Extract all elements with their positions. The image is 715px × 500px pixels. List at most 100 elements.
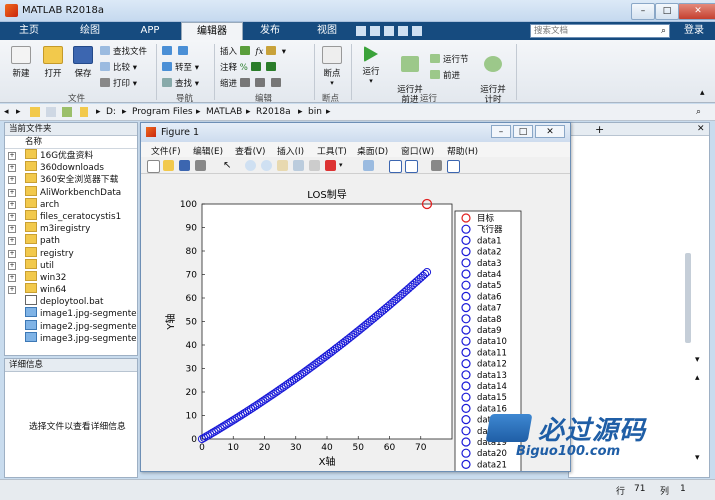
save-icon[interactable]: [356, 26, 366, 36]
advance-button[interactable]: 前进: [430, 70, 460, 82]
forward-icon[interactable]: ▸: [16, 107, 21, 117]
menu-view[interactable]: 查看(V): [235, 144, 265, 157]
file-list-item[interactable]: +360downloads: [5, 161, 137, 173]
tab-view[interactable]: 视图: [307, 22, 347, 40]
print-figure-icon[interactable]: [195, 160, 206, 171]
print-button[interactable]: 打印 ▾: [100, 78, 137, 90]
file-list-item[interactable]: image3.jpg-segmente...: [5, 331, 137, 344]
tab-apps[interactable]: APP: [130, 22, 170, 40]
file-list-item[interactable]: + registry: [5, 246, 137, 259]
data-cursor-icon[interactable]: [309, 160, 320, 171]
link-plot-icon[interactable]: [363, 160, 374, 171]
cut-icon[interactable]: [370, 26, 380, 36]
tab-editor[interactable]: 编辑器: [181, 22, 243, 41]
expand-icon[interactable]: +: [8, 152, 16, 160]
file-list-item[interactable]: + files_ceratocystis1: [5, 209, 137, 222]
expand-icon[interactable]: +: [8, 261, 16, 270]
maximize-button[interactable]: □: [655, 3, 679, 20]
expand-icon[interactable]: +: [8, 200, 16, 209]
find-files-button[interactable]: 查找文件: [100, 46, 147, 58]
collapse-ribbon-icon[interactable]: ▴: [700, 88, 705, 98]
insert-button[interactable]: 插入 fx ▾: [220, 46, 286, 58]
find-button[interactable]: 查找 ▾: [162, 78, 199, 90]
breakpoints-button[interactable]: 断点 ▾: [317, 46, 347, 87]
new-tab-icon[interactable]: +: [595, 123, 604, 136]
zoom-in-icon[interactable]: [245, 160, 256, 171]
file-list-item[interactable]: +16G优盘资料: [5, 149, 137, 161]
menu-insert[interactable]: 插入(I): [277, 144, 304, 157]
chevron-down-icon[interactable]: ▾: [339, 160, 350, 171]
expand-icon[interactable]: +: [8, 286, 16, 295]
path-segment-bin[interactable]: bin: [308, 107, 322, 117]
hide-plot-tools-icon[interactable]: [431, 160, 442, 171]
back-icon[interactable]: ◂: [4, 107, 9, 117]
file-list-item[interactable]: image2.jpg-segmente...: [5, 319, 137, 332]
expand-icon[interactable]: +: [8, 176, 16, 185]
scroll-down-icon[interactable]: ▾: [695, 453, 700, 463]
expand-icon[interactable]: +: [8, 273, 16, 282]
copy-icon[interactable]: [384, 26, 394, 36]
menu-edit[interactable]: 编辑(E): [193, 144, 223, 157]
expand-icon[interactable]: +: [8, 249, 16, 258]
minimize-button[interactable]: –: [631, 3, 655, 20]
paste-icon[interactable]: [398, 26, 408, 36]
expand-icon[interactable]: +: [8, 212, 16, 221]
rotate-3d-icon[interactable]: [293, 160, 304, 171]
file-list-item[interactable]: + arch: [5, 197, 137, 210]
menu-file[interactable]: 文件(F): [151, 144, 181, 157]
expand-icon[interactable]: +: [8, 225, 16, 234]
compare-button[interactable]: 比较 ▾: [100, 62, 137, 74]
show-plot-tools-icon[interactable]: [447, 160, 460, 173]
menu-tools[interactable]: 工具(T): [317, 144, 347, 157]
undo-icon[interactable]: [412, 26, 422, 36]
open-file-icon[interactable]: [163, 160, 174, 171]
path-segment-r2018a[interactable]: R2018a: [256, 107, 291, 117]
figure-maximize-button[interactable]: □: [513, 125, 533, 138]
legend-icon[interactable]: [405, 160, 418, 173]
menu-help[interactable]: 帮助(H): [447, 144, 478, 157]
up-folder-icon[interactable]: [30, 107, 40, 117]
folder-sync-icon[interactable]: [62, 107, 72, 117]
menu-window[interactable]: 窗口(W): [401, 144, 434, 157]
file-list-item[interactable]: + m3iregistry: [5, 222, 137, 234]
save-figure-icon[interactable]: [179, 160, 190, 171]
back-button[interactable]: [162, 46, 191, 58]
figure-minimize-button[interactable]: –: [491, 125, 511, 138]
search-documentation-field[interactable]: 搜索文档 ⌕: [530, 24, 670, 38]
login-button[interactable]: 登录: [676, 22, 712, 40]
brush-icon[interactable]: [325, 160, 336, 171]
tab-publish[interactable]: 发布: [250, 22, 290, 40]
path-segment-program-files[interactable]: Program Files: [132, 107, 193, 117]
scrollbar-thumb[interactable]: [685, 253, 691, 343]
path-search-icon[interactable]: ⌕: [696, 107, 701, 117]
browse-folder-icon[interactable]: [46, 107, 56, 117]
figure-close-button[interactable]: ✕: [535, 125, 565, 138]
indent-button[interactable]: 缩进: [220, 78, 284, 90]
menu-desktop[interactable]: 桌面(D): [357, 144, 388, 157]
tab-plots[interactable]: 绘图: [70, 22, 110, 40]
zoom-out-icon[interactable]: [261, 160, 272, 171]
file-list-item[interactable]: + path: [5, 234, 137, 246]
expand-icon[interactable]: +: [8, 237, 16, 246]
run-button[interactable]: 运行 ▾: [356, 46, 386, 85]
file-list-item[interactable]: deploytool.bat: [5, 295, 137, 307]
open-button[interactable]: 打开: [38, 46, 68, 79]
file-list-item[interactable]: + AliWorkbenchData: [5, 185, 137, 198]
expand-icon[interactable]: +: [8, 188, 16, 197]
panel-close-icon[interactable]: ✕: [697, 123, 705, 136]
file-list-item[interactable]: + win32: [5, 270, 137, 283]
close-button[interactable]: ✕: [678, 3, 715, 20]
file-list-item[interactable]: image1.jpg-segmente...: [5, 307, 137, 319]
name-column-header[interactable]: 名称: [5, 136, 137, 149]
run-and-time-button[interactable]: 运行并 计时: [476, 46, 510, 105]
expand-icon[interactable]: ▾: [695, 355, 700, 365]
tab-home[interactable]: 主页: [10, 22, 48, 40]
file-list-item[interactable]: +360安全浏览器下载: [5, 173, 137, 185]
expand-icon[interactable]: +: [8, 164, 16, 173]
path-segment-drive[interactable]: D:: [106, 107, 116, 117]
search-icon[interactable]: ⌕: [661, 25, 666, 38]
save-button[interactable]: 保存: [68, 46, 98, 79]
run-section-button[interactable]: 运行节: [430, 54, 469, 66]
pointer-icon[interactable]: ↖: [223, 160, 234, 171]
pan-hand-icon[interactable]: [277, 160, 288, 171]
